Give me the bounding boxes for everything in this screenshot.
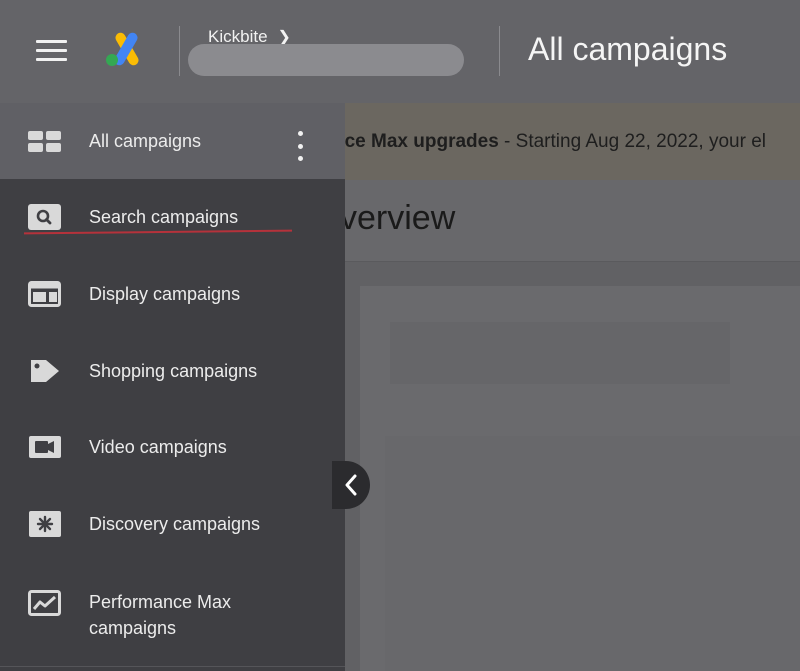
- more-vert-icon[interactable]: [293, 131, 307, 161]
- divider: [499, 26, 500, 76]
- drawer-item-video[interactable]: Video campaigns: [0, 417, 345, 477]
- nav-label: Video campaigns: [89, 437, 227, 457]
- drawer-item-shopping[interactable]: Shopping campaigns: [0, 341, 345, 401]
- nav-label: Discovery campaigns: [89, 514, 261, 534]
- google-ads-logo-icon: [106, 32, 139, 66]
- drawer-item-all-campaigns[interactable]: All campaigns: [0, 103, 345, 179]
- banner-bold-text: nce Max upgrades: [333, 131, 499, 152]
- search-icon: [28, 204, 61, 230]
- discovery-asterisk-icon: [29, 511, 61, 537]
- nav-label: Search campaigns: [89, 207, 239, 227]
- page-title: All campaigns: [528, 31, 728, 67]
- video-camera-icon: [29, 436, 61, 458]
- nav-label: Display campaigns: [89, 284, 241, 304]
- drawer-item-search[interactable]: Search campaigns: [0, 187, 345, 247]
- divider: [0, 666, 345, 667]
- chevron-left-icon: [345, 474, 357, 496]
- display-icon: [28, 281, 61, 307]
- drawer-item-performance-max[interactable]: Performance Max campaigns: [0, 588, 345, 664]
- nav-label: Shopping campaigns: [89, 361, 258, 381]
- drawer-header-label: All campaigns: [89, 131, 202, 151]
- divider: [179, 26, 180, 76]
- shopping-tag-icon: [31, 360, 59, 382]
- menu-icon[interactable]: [36, 40, 67, 62]
- overview-title: verview: [340, 199, 456, 237]
- banner-body-text: - Starting Aug 22, 2022, your el: [498, 131, 767, 152]
- grid-icon: [28, 131, 61, 152]
- performance-chart-icon: [28, 590, 61, 616]
- card-placeholder: [385, 436, 800, 671]
- account-id-redacted: [188, 44, 464, 76]
- banner-text: nce Max upgrades - Starting Aug 22, 2022…: [333, 131, 800, 153]
- card-placeholder: [390, 322, 730, 384]
- drawer-item-discovery[interactable]: Discovery campaigns: [0, 494, 345, 554]
- drawer-item-display[interactable]: Display campaigns: [0, 264, 345, 324]
- top-app-bar: Kickbite ❯ All campaigns: [0, 0, 800, 103]
- campaigns-drawer: All campaigns Search campaigns Display c…: [0, 103, 345, 671]
- nav-label: Performance Max campaigns: [89, 592, 232, 638]
